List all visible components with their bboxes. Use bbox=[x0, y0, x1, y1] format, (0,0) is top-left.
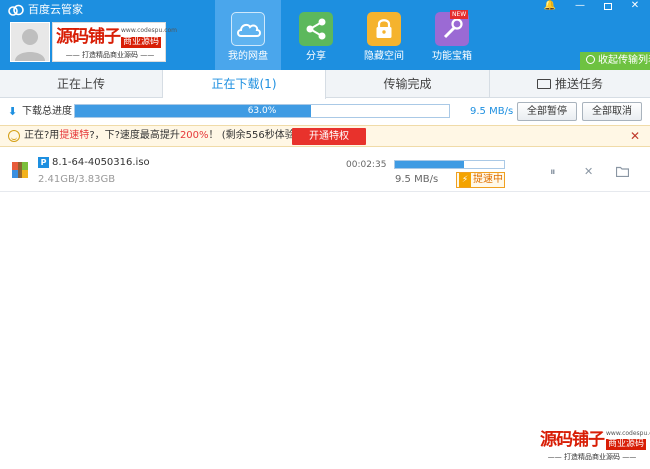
collapse-transfer-list-button[interactable]: 收起传输列表 bbox=[580, 52, 650, 70]
app-window: 百度云管家 🔔 — ✕ 源码铺子 www.codespu.com 商业源码 ——… bbox=[0, 0, 650, 469]
total-progress-bar: 63.0% bbox=[74, 104, 450, 118]
item-progress-fill bbox=[395, 161, 464, 168]
banner-tag: 商业源码 bbox=[121, 37, 162, 48]
download-item[interactable]: P 8.1-64-4050316.iso 2.41GB/3.83GB 00:02… bbox=[0, 148, 650, 192]
promo-text: 正在?用提速特?，下?速度最高提升200%！ (剩余556秒体验结束) bbox=[24, 130, 319, 142]
nav-label: 分享 bbox=[306, 51, 326, 62]
time-remaining: 00:02:35 bbox=[346, 160, 387, 170]
user-silhouette-icon bbox=[15, 29, 45, 61]
file-name: 8.1-64-4050316.iso bbox=[52, 157, 150, 168]
total-progress-row: ⬇ 下载总进度 63.0% 9.5 MB/s 全部暂停 全部取消 bbox=[0, 99, 650, 125]
promo-highlight-1: 提速特 bbox=[59, 130, 90, 141]
pause-all-button[interactable]: 全部暂停 bbox=[517, 102, 577, 121]
tab-downloading[interactable]: 正在下载(1) bbox=[163, 70, 326, 99]
banner-url: www.codespu.com bbox=[121, 27, 178, 34]
cancel-all-button[interactable]: 全部取消 bbox=[582, 102, 642, 121]
watermark-title: 源码铺子 bbox=[540, 430, 605, 450]
nav-share[interactable]: 分享 bbox=[283, 0, 349, 70]
tab-push-label: 推送任务 bbox=[554, 77, 603, 91]
banner-title: 源码铺子 bbox=[56, 27, 121, 47]
watermark-tag: 商业源码 bbox=[606, 439, 647, 450]
cloud-icon bbox=[231, 12, 265, 46]
new-badge: NEW bbox=[450, 10, 469, 19]
monitor-icon bbox=[536, 79, 551, 89]
transfer-tabs: 正在上传 正在下载(1) 传输完成 推送任务 bbox=[0, 70, 650, 99]
tab-completed[interactable]: 传输完成 bbox=[326, 70, 490, 98]
minimize-button[interactable]: — bbox=[571, 0, 589, 14]
item-progress-bar bbox=[394, 160, 505, 169]
item-speed: 9.5 MB/s bbox=[395, 174, 439, 185]
lightning-icon: ⚡ bbox=[459, 173, 471, 187]
avatar[interactable] bbox=[10, 22, 50, 62]
promo-banner-logo[interactable]: 源码铺子 www.codespu.com 商业源码 —— 打造精品商业源码 —— bbox=[52, 22, 177, 62]
speedup-promo-bar: 正在?用提速特?，下?速度最高提升200%！ (剩余556秒体验结束) 开通特权… bbox=[0, 125, 650, 147]
maximize-button[interactable] bbox=[599, 0, 617, 14]
pause-icon[interactable]: ⏸ bbox=[550, 166, 556, 178]
total-progress-label: 下载总进度 bbox=[22, 106, 72, 117]
download-arrow-icon: ⬇ bbox=[8, 105, 18, 118]
header-bar: 百度云管家 🔔 — ✕ 源码铺子 www.codespu.com 商业源码 ——… bbox=[0, 0, 650, 70]
watermark-logo: 源码铺子 www.codespu.com 商业源码 —— 打造精品商业源码 —— bbox=[540, 430, 650, 464]
promo-highlight-2: 200% bbox=[179, 130, 209, 141]
close-promo-icon[interactable]: ✕ bbox=[630, 129, 640, 143]
tab-push-tasks[interactable]: 推送任务 bbox=[490, 70, 650, 98]
nav-label: 隐藏空间 bbox=[364, 51, 404, 62]
bell-icon[interactable]: 🔔 bbox=[541, 0, 559, 14]
promo-text-1: 正在?用 bbox=[24, 130, 60, 141]
nav-my-disk[interactable]: 我的网盘 bbox=[215, 0, 281, 70]
open-privilege-button[interactable]: 开通特权 bbox=[292, 128, 366, 145]
nav-label: 功能宝箱 bbox=[432, 51, 472, 62]
lock-icon bbox=[367, 12, 401, 46]
check-circle-icon bbox=[586, 55, 595, 64]
share-icon bbox=[299, 12, 333, 46]
open-folder-icon[interactable] bbox=[616, 166, 629, 177]
file-size: 2.41GB/3.83GB bbox=[38, 174, 116, 185]
archive-file-icon bbox=[12, 162, 28, 178]
accelerating-badge[interactable]: ⚡ 提速中 bbox=[456, 172, 505, 188]
watermark-url: www.codespu.com bbox=[606, 430, 650, 437]
cancel-icon[interactable]: ✕ bbox=[584, 166, 593, 178]
total-speed: 9.5 MB/s bbox=[470, 106, 514, 117]
banner-slogan: —— 打造精品商业源码 —— bbox=[65, 51, 155, 59]
nav-hidden-space[interactable]: 隐藏空间 bbox=[351, 0, 417, 70]
baidu-cloud-logo-icon bbox=[8, 4, 24, 16]
total-progress-percent: 63.0% bbox=[247, 106, 277, 116]
watermark-slogan: —— 打造精品商业源码 —— bbox=[547, 453, 637, 461]
tab-uploading[interactable]: 正在上传 bbox=[0, 70, 163, 98]
accel-label: 提速中 bbox=[473, 174, 503, 185]
app-title: 百度云管家 bbox=[28, 3, 83, 16]
close-window-button[interactable]: ✕ bbox=[626, 0, 644, 14]
nav-label: 我的网盘 bbox=[228, 51, 268, 62]
collapse-label: 收起传输列表 bbox=[598, 55, 650, 66]
smile-icon bbox=[8, 130, 20, 142]
promo-text-2: ?，下?速度最高提升 bbox=[89, 130, 180, 141]
p2p-badge-icon: P bbox=[38, 157, 49, 168]
